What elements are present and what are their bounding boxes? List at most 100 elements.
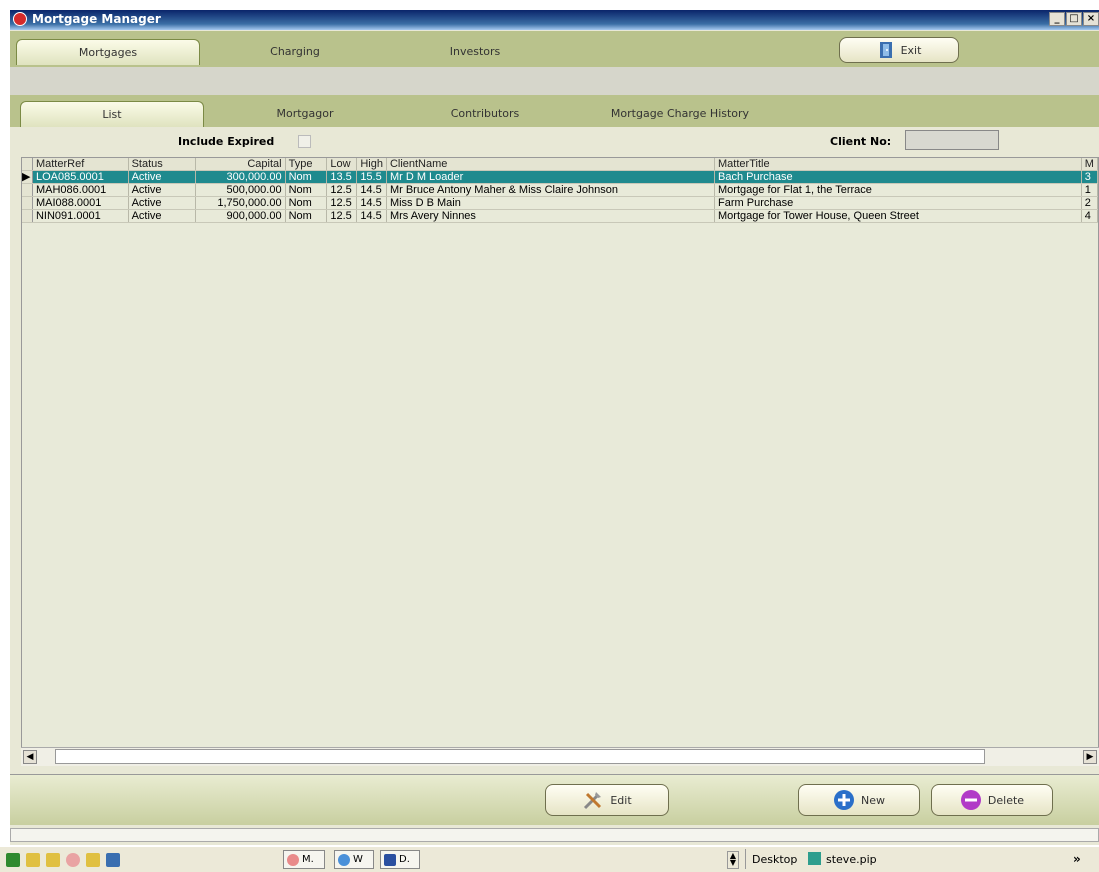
minimize-button[interactable]: _ — [1049, 12, 1065, 26]
cell-capital: 300,000.00 — [195, 170, 286, 184]
spinner-arrows-icon[interactable]: ▲ ▼ — [727, 851, 739, 869]
status-line — [10, 828, 1099, 842]
tab-contributors[interactable]: Contributors — [410, 101, 560, 127]
delete-label: Delete — [987, 793, 1025, 807]
folder-icon[interactable] — [26, 853, 40, 867]
sub-tab-bar: List Mortgagor Contributors Mortgage Cha… — [10, 95, 1099, 127]
cell-mattertitle: Bach Purchase — [714, 170, 1082, 184]
folder-icon[interactable] — [86, 853, 100, 867]
exit-button[interactable]: Exit — [839, 37, 959, 63]
minus-icon — [960, 790, 981, 810]
tab-investors[interactable]: Investors — [400, 39, 550, 65]
more-chevron-icon[interactable]: » — [1073, 852, 1081, 866]
col-header-mattertitle[interactable]: MatterTitle — [714, 158, 1082, 171]
action-bar: Edit New Delete — [10, 774, 1099, 825]
file-shortcut-label[interactable]: steve.pip — [826, 853, 877, 866]
col-header-low[interactable]: Low — [326, 158, 358, 171]
desktop-icon[interactable] — [106, 853, 120, 867]
col-header-m[interactable]: M — [1081, 158, 1098, 171]
task-browser[interactable]: W — [334, 850, 374, 869]
scroll-left-icon[interactable]: ◀ — [23, 750, 37, 764]
include-expired-label: Include Expired — [178, 135, 275, 148]
row-selector — [22, 183, 33, 197]
scroll-right-icon[interactable]: ▶ — [1083, 750, 1097, 764]
cell-m: 4 — [1081, 209, 1098, 223]
cell-matterref: LOA085.0001 — [32, 170, 129, 184]
cell-clientname: Mrs Avery Ninnes — [386, 209, 716, 223]
col-header-clientname[interactable]: ClientName — [386, 158, 716, 171]
cell-high: 14.5 — [356, 209, 387, 223]
desktop-toolbar-label[interactable]: Desktop — [752, 853, 797, 866]
col-header-high[interactable]: High — [356, 158, 387, 171]
cell-low: 13.5 — [326, 170, 358, 184]
main-tab-bar: Mortgages Charging Investors Exit — [10, 31, 1099, 67]
include-expired-checkbox[interactable] — [298, 135, 311, 148]
col-header-status[interactable]: Status — [128, 158, 196, 171]
taskbar: M. W D. ▲ ▼ Desktop steve.pip » — [0, 846, 1099, 872]
table-row[interactable]: NIN091.0001 Active 900,000.00 Nom 12.5 1… — [22, 209, 1098, 223]
table-row[interactable]: MAI088.0001 Active 1,750,000.00 Nom 12.5… — [22, 196, 1098, 210]
cell-mattertitle: Mortgage for Flat 1, the Terrace — [714, 183, 1082, 197]
folder-icon[interactable] — [46, 853, 60, 867]
table-row[interactable]: MAH086.0001 Active 500,000.00 Nom 12.5 1… — [22, 183, 1098, 197]
mortgage-grid[interactable]: MatterRef Status Capital Type Low High C… — [21, 157, 1099, 765]
cell-low: 12.5 — [326, 183, 358, 197]
task-mortgage-manager[interactable]: M. — [283, 850, 325, 869]
quicklaunch-tree-icon[interactable] — [6, 853, 20, 867]
maximize-button[interactable]: □ — [1066, 12, 1082, 26]
window-title: Mortgage Manager — [32, 12, 161, 26]
col-header-matterref[interactable]: MatterRef — [32, 158, 129, 171]
plus-icon — [834, 790, 854, 810]
document-icon — [384, 853, 396, 866]
task-label: D. — [399, 854, 410, 865]
separator-strip — [10, 67, 1099, 95]
task-label: W — [353, 854, 363, 865]
new-label: New — [861, 793, 885, 807]
tab-list[interactable]: List — [20, 101, 204, 127]
table-row[interactable]: ▶ LOA085.0001 Active 300,000.00 Nom 13.5… — [22, 170, 1098, 184]
exit-label: Exit — [900, 43, 922, 57]
client-no-input[interactable] — [905, 130, 999, 150]
cell-high: 14.5 — [356, 196, 387, 210]
tab-charging[interactable]: Charging — [220, 39, 370, 65]
edit-label: Edit — [610, 793, 632, 807]
cell-clientname: Mr D M Loader — [386, 170, 716, 184]
task-document[interactable]: D. — [380, 850, 420, 869]
cell-low: 12.5 — [326, 196, 358, 210]
cell-capital: 500,000.00 — [195, 183, 286, 197]
scroll-thumb[interactable] — [55, 749, 985, 764]
toolbar-divider — [745, 849, 746, 869]
browser-icon — [338, 853, 350, 866]
title-bar: Mortgage Manager _ □ × — [10, 10, 1099, 30]
cell-type: Nom — [285, 196, 328, 210]
cell-type: Nom — [285, 183, 328, 197]
cell-status: Active — [128, 209, 196, 223]
cell-status: Active — [128, 170, 196, 184]
horizontal-scrollbar[interactable]: ◀ ▶ — [21, 747, 1099, 766]
tab-mortgages[interactable]: Mortgages — [16, 39, 200, 65]
close-button[interactable]: × — [1083, 12, 1099, 26]
grid-header-row: MatterRef Status Capital Type Low High C… — [22, 158, 1098, 171]
cell-m: 1 — [1081, 183, 1098, 197]
file-icon — [808, 852, 821, 865]
row-selector-icon: ▶ — [22, 170, 33, 184]
app-icon — [13, 12, 27, 26]
edit-button[interactable]: Edit — [545, 784, 669, 816]
tab-mortgagor[interactable]: Mortgagor — [230, 101, 380, 127]
col-header-type[interactable]: Type — [285, 158, 328, 171]
new-button[interactable]: New — [798, 784, 920, 816]
filter-row: Include Expired Client No: — [10, 127, 1099, 157]
col-header-capital[interactable]: Capital — [195, 158, 286, 171]
cell-matterref: MAI088.0001 — [32, 196, 129, 210]
header-indicator — [22, 158, 33, 171]
cell-high: 14.5 — [356, 183, 387, 197]
delete-button[interactable]: Delete — [931, 784, 1053, 816]
tools-icon — [584, 792, 602, 810]
tab-mortgage-charge-history[interactable]: Mortgage Charge History — [580, 101, 780, 127]
exit-door-icon — [879, 42, 892, 58]
cell-mattertitle: Mortgage for Tower House, Queen Street — [714, 209, 1082, 223]
cell-matterref: NIN091.0001 — [32, 209, 129, 223]
row-selector — [22, 196, 33, 210]
app-quicklaunch-icon[interactable] — [66, 853, 80, 867]
row-selector — [22, 209, 33, 223]
